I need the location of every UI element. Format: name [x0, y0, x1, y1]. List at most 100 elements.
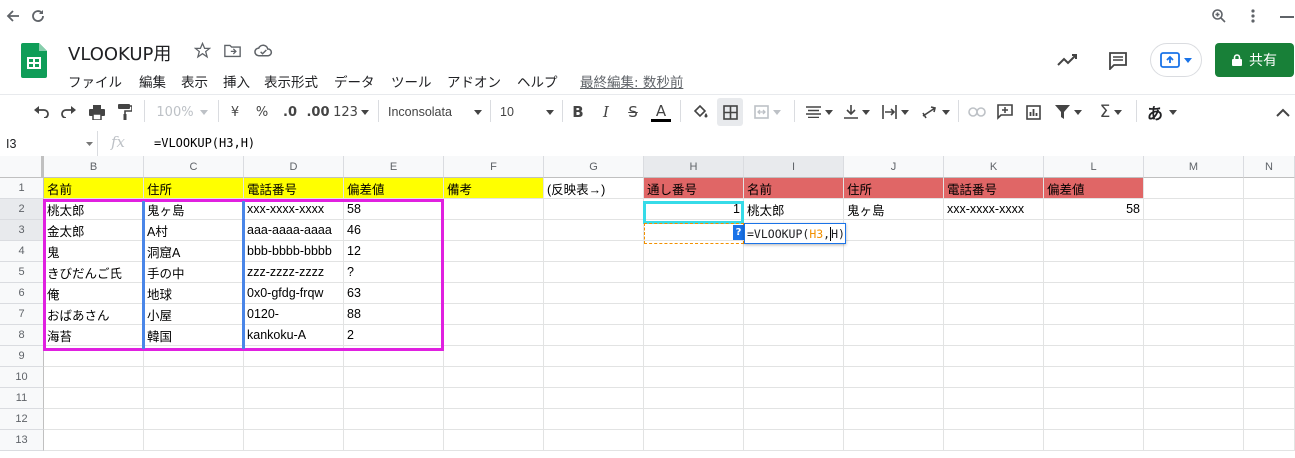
- font-size-select[interactable]: 10: [500, 98, 554, 126]
- cell-f4[interactable]: [444, 241, 544, 262]
- cell-l1[interactable]: 偏差値: [1044, 178, 1144, 199]
- cell-e2[interactable]: 58: [344, 199, 444, 220]
- column-header-f[interactable]: F: [444, 156, 544, 178]
- cell-i2[interactable]: 桃太郎: [744, 199, 844, 220]
- present-button[interactable]: [1150, 43, 1202, 77]
- cell-i4[interactable]: [744, 241, 844, 262]
- cell-n3[interactable]: [1244, 220, 1295, 241]
- cell-n8[interactable]: [1244, 325, 1295, 346]
- cell-j1[interactable]: 住所: [844, 178, 944, 199]
- row-header-13[interactable]: 13: [0, 430, 44, 451]
- cell-g12[interactable]: [544, 409, 644, 430]
- cell-e6[interactable]: 63: [344, 283, 444, 304]
- menu-item-6[interactable]: データ: [334, 71, 375, 91]
- column-header-c[interactable]: C: [144, 156, 244, 178]
- cell-g9[interactable]: [544, 346, 644, 367]
- cell-j6[interactable]: [844, 283, 944, 304]
- move-folder-icon[interactable]: [222, 40, 242, 60]
- minimize-icon[interactable]: [1280, 16, 1294, 18]
- cell-d12[interactable]: [244, 409, 344, 430]
- cell-l11[interactable]: [1044, 388, 1144, 409]
- cell-c3[interactable]: A村: [144, 220, 244, 241]
- cell-f2[interactable]: [444, 199, 544, 220]
- cell-c1[interactable]: 住所: [144, 178, 244, 199]
- font-select[interactable]: Inconsolata: [388, 98, 482, 126]
- cell-e3[interactable]: 46: [344, 220, 444, 241]
- cell-b9[interactable]: [44, 346, 144, 367]
- cell-k6[interactable]: [944, 283, 1044, 304]
- row-header-4[interactable]: 4: [0, 241, 44, 262]
- zoom-icon[interactable]: [1208, 6, 1230, 26]
- cell-editor[interactable]: =VLOOKUP(H3, H): [744, 223, 846, 244]
- cell-l10[interactable]: [1044, 367, 1144, 388]
- cell-g5[interactable]: [544, 262, 644, 283]
- cell-k13[interactable]: [944, 430, 1044, 451]
- cell-j9[interactable]: [844, 346, 944, 367]
- share-button[interactable]: 共有: [1215, 43, 1294, 77]
- cell-m6[interactable]: [1144, 283, 1244, 304]
- cell-j3[interactable]: [844, 220, 944, 241]
- bold-icon[interactable]: B: [568, 98, 588, 126]
- input-tools-select[interactable]: あ: [1143, 98, 1181, 126]
- cell-f6[interactable]: [444, 283, 544, 304]
- browser-menu-icon[interactable]: [1243, 6, 1263, 26]
- cell-j10[interactable]: [844, 367, 944, 388]
- cell-n10[interactable]: [1244, 367, 1295, 388]
- cell-c7[interactable]: 小屋: [144, 304, 244, 325]
- cell-i13[interactable]: [744, 430, 844, 451]
- cell-f11[interactable]: [444, 388, 544, 409]
- row-header-5[interactable]: 5: [0, 262, 44, 283]
- row-header-3[interactable]: 3: [0, 220, 44, 241]
- column-header-m[interactable]: M: [1144, 156, 1244, 178]
- cell-h3[interactable]: [644, 220, 744, 241]
- cell-m10[interactable]: [1144, 367, 1244, 388]
- cell-m3[interactable]: [1144, 220, 1244, 241]
- cell-l7[interactable]: [1044, 304, 1144, 325]
- cell-h11[interactable]: [644, 388, 744, 409]
- insert-link-icon[interactable]: [965, 98, 989, 126]
- column-header-h[interactable]: H: [644, 156, 744, 178]
- column-header-k[interactable]: K: [944, 156, 1044, 178]
- fill-color-icon[interactable]: [688, 98, 712, 126]
- cell-g3[interactable]: [544, 220, 644, 241]
- cell-b5[interactable]: きびだんご氏: [44, 262, 144, 283]
- cell-g8[interactable]: [544, 325, 644, 346]
- cell-f7[interactable]: [444, 304, 544, 325]
- cell-e9[interactable]: [344, 346, 444, 367]
- text-color-icon[interactable]: A: [650, 98, 672, 126]
- cell-n12[interactable]: [1244, 409, 1295, 430]
- cell-d3[interactable]: aaa-aaaa-aaaa: [244, 220, 344, 241]
- row-header-1[interactable]: 1: [0, 178, 44, 199]
- cell-i10[interactable]: [744, 367, 844, 388]
- doc-title[interactable]: VLOOKUP用: [68, 40, 171, 66]
- vertical-align-icon[interactable]: [840, 98, 874, 126]
- cell-l8[interactable]: [1044, 325, 1144, 346]
- currency-format-button[interactable]: ¥: [226, 98, 244, 126]
- cell-m13[interactable]: [1144, 430, 1244, 451]
- cell-k2[interactable]: xxx-xxxx-xxxx: [944, 199, 1044, 220]
- cell-m9[interactable]: [1144, 346, 1244, 367]
- menu-item-2[interactable]: 編集: [139, 71, 166, 91]
- column-header-d[interactable]: D: [244, 156, 344, 178]
- cell-h10[interactable]: [644, 367, 744, 388]
- row-header-8[interactable]: 8: [0, 325, 44, 346]
- cell-b11[interactable]: [44, 388, 144, 409]
- decrease-decimal-button[interactable]: .0: [279, 98, 301, 126]
- cell-b1[interactable]: 名前: [44, 178, 144, 199]
- cell-n6[interactable]: [1244, 283, 1295, 304]
- cell-m8[interactable]: [1144, 325, 1244, 346]
- cell-f8[interactable]: [444, 325, 544, 346]
- menu-item-4[interactable]: 挿入: [223, 71, 250, 91]
- cell-d2[interactable]: xxx-xxxx-xxxx: [244, 199, 344, 220]
- cell-m1[interactable]: [1144, 178, 1244, 199]
- cell-k12[interactable]: [944, 409, 1044, 430]
- cell-e8[interactable]: 2: [344, 325, 444, 346]
- menu-item-8[interactable]: アドオン: [447, 71, 501, 91]
- text-rotation-icon[interactable]: [918, 98, 952, 126]
- cell-c10[interactable]: [144, 367, 244, 388]
- paint-format-icon[interactable]: [114, 98, 136, 126]
- column-header-i[interactable]: I: [744, 156, 844, 178]
- cell-b3[interactable]: 金太郎: [44, 220, 144, 241]
- cell-d8[interactable]: kankoku-A: [244, 325, 344, 346]
- print-icon[interactable]: [86, 98, 108, 126]
